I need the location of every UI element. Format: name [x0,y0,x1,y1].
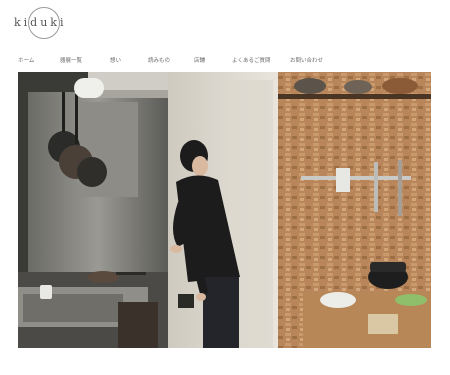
nav-item-philosophy[interactable]: 想い [110,56,121,64]
site-logo[interactable]: kiduki [14,7,67,39]
logo-text: kiduki [14,16,67,29]
nav-item-reading[interactable]: 読みもの [148,56,170,64]
nav-item-exhibitions[interactable]: 器展一覧 [60,56,82,64]
nav-item-home[interactable]: ホーム [18,56,34,64]
nav-item-faq[interactable]: よくあるご質問 [232,56,271,64]
nav-item-store[interactable]: 店舗 [194,56,205,64]
hero-kitchen-photo [18,72,431,348]
kitchen-photo-illustration [18,72,431,348]
nav-item-contact[interactable]: お問い合わせ [290,56,323,64]
